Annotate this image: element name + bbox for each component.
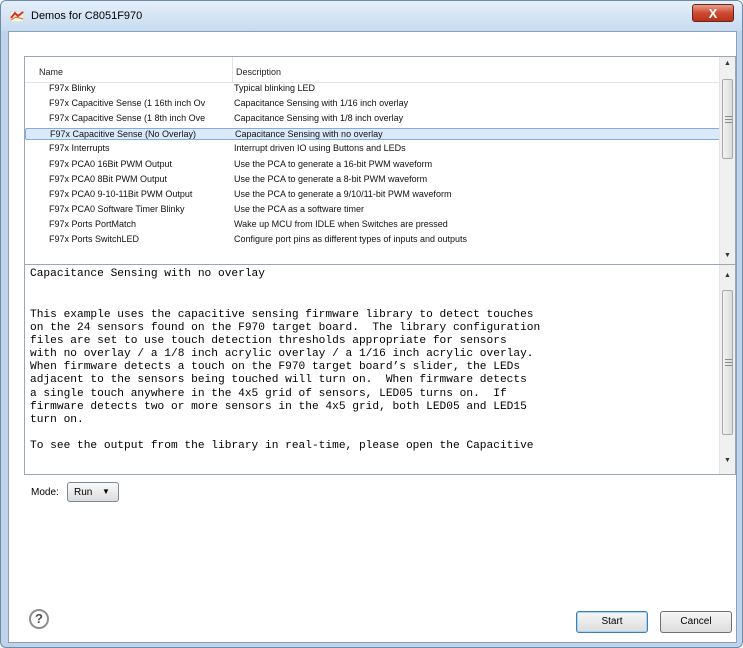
description-line — [30, 427, 540, 440]
start-button[interactable]: Start — [576, 611, 648, 633]
list-item[interactable]: F97x Capacitive Sense (1 16th inch Ov Cap… — [25, 98, 721, 110]
list-item[interactable]: F97x Blinky Typical blinking LED — [25, 83, 721, 95]
list-item[interactable]: F97x Ports PortMatch Wake up MCU from IDL… — [25, 219, 721, 231]
cancel-button[interactable]: Cancel — [660, 611, 732, 633]
list-item[interactable]: F97x Interrupts Interrupt driven IO using… — [25, 143, 721, 155]
list-item-name: F97x Ports PortMatch — [49, 218, 137, 229]
close-button[interactable]: X — [692, 4, 734, 22]
list-scrollbar[interactable]: ▲ ▼ — [719, 57, 735, 264]
description-line: This example uses the capacitive sensing… — [30, 309, 534, 321]
list-item[interactable]: F97x Capacitive Sense (1 8th inch Ove Cap… — [25, 113, 721, 125]
list-item-description: Use the PCA to generate a 8-bit PWM wave… — [234, 173, 428, 184]
description-scrollbar[interactable]: ▲ ▼ — [719, 265, 735, 474]
list-item-description: Use the PCA as a software timer — [234, 203, 365, 214]
demo-list[interactable]: Name Description F97x Blinky Typical blin… — [24, 56, 736, 265]
list-item-name: F97x Interrupts — [49, 143, 110, 154]
description-textarea[interactable]: Capacitance Sensing with no overlay This… — [24, 264, 736, 475]
list-item-description: Wake up MCU from IDLE when Switches are … — [234, 218, 448, 229]
list-item-name: F97x PCA0 Software Timer Blinky — [49, 203, 185, 214]
list-item-name: F97x PCA0 16Bit PWM Output — [49, 158, 173, 169]
help-icon[interactable]: ? — [29, 609, 49, 629]
demos-dialog: Demos for C8051F970 X Name Description F… — [0, 0, 743, 648]
list-item-name: F97x Capacitive Sense (1 8th inch Ove — [49, 113, 206, 124]
description-line: adjacent to the sensors being touched wi… — [30, 374, 527, 387]
list-item-description: Use the PCA to generate a 16-bit PWM wav… — [234, 158, 433, 169]
scroll-up-arrow-icon[interactable]: ▲ — [724, 60, 731, 67]
description-line: firmware detects two or more sensors in … — [30, 400, 527, 413]
list-item-description: Capacitance Sensing with no overlay — [235, 129, 383, 140]
list-item-name: F97x PCA0 9-10-11Bit PWM Output — [49, 188, 193, 199]
list-item[interactable]: F97x Capacitive Sense (No Overlay) Capaci… — [25, 128, 721, 141]
list-item-name: F97x Capacitive Sense (1 16th inch Ov — [49, 98, 206, 109]
window-title: Demos for C8051F970 — [31, 10, 143, 22]
description-text: This example uses the capacitive sensing… — [30, 309, 540, 453]
description-line: turn on. — [30, 413, 84, 426]
list-item-name: F97x Ports SwitchLED — [49, 234, 140, 244]
description-line: To see the output from the library in re… — [30, 439, 534, 452]
column-divider[interactable] — [232, 57, 233, 82]
column-header-name[interactable]: Name — [39, 67, 63, 77]
list-item[interactable]: F97x Ports SwitchLED Configure port pins … — [25, 234, 721, 246]
list-item[interactable]: F97x PCA0 Software Timer Blinky Use the P… — [25, 204, 721, 216]
column-header-description[interactable]: Description — [236, 67, 281, 77]
list-item-description: Configure port pins as different types o… — [234, 234, 467, 244]
app-logo-icon — [10, 11, 24, 22]
description-title: Capacitance Sensing with no overlay — [30, 268, 265, 280]
list-item-description: Capacitance Sensing with 1/16 inch overl… — [234, 98, 409, 109]
description-line: When firmware detects a touch on the F97… — [30, 361, 521, 374]
list-item[interactable]: F97x PCA0 16Bit PWM Output Use the PCA to… — [25, 159, 721, 171]
mode-selected-value: Run — [74, 487, 93, 498]
list-item-description: Use the PCA to generate a 9/10/11-bit PW… — [234, 188, 452, 199]
mode-label: Mode: — [31, 487, 59, 498]
list-item[interactable]: F97x PCA0 8Bit PWM Output Use the PCA to … — [25, 174, 721, 186]
list-header: Name Description — [25, 57, 721, 83]
mode-dropdown[interactable]: Run ▼ — [67, 482, 119, 502]
description-line: a single touch anywhere in the 4x5 grid … — [30, 387, 507, 400]
list-item-description: Typical blinking LED — [234, 83, 316, 93]
scroll-down-arrow-icon[interactable]: ▼ — [724, 457, 731, 464]
scroll-up-arrow-icon[interactable]: ▲ — [724, 272, 731, 279]
description-scroll-thumb[interactable] — [722, 290, 733, 435]
scroll-down-arrow-icon[interactable]: ▼ — [724, 252, 731, 259]
list-scroll-thumb[interactable] — [722, 79, 733, 159]
list-item[interactable]: F97x PCA0 9-10-11Bit PWM Output Use the P… — [25, 189, 721, 201]
description-line: on the 24 sensors found on the F970 targ… — [30, 322, 541, 335]
list-item-name: F97x Blinky — [49, 83, 96, 93]
title-bar: Demos for C8051F970 X — [1, 1, 742, 31]
list-item-description: Interrupt driven IO using Buttons and LE… — [234, 143, 406, 154]
dropdown-arrow-icon: ▼ — [102, 487, 110, 496]
list-item-name: F97x Capacitive Sense (No Overlay) — [50, 129, 197, 140]
description-line: files are set to use touch detection thr… — [30, 335, 507, 348]
list-item-description: Capacitance Sensing with 1/8 inch overla… — [234, 113, 404, 124]
description-line: with no overlay / a 1/8 inch acrylic ove… — [30, 348, 534, 361]
list-item-name: F97x PCA0 8Bit PWM Output — [49, 173, 168, 184]
